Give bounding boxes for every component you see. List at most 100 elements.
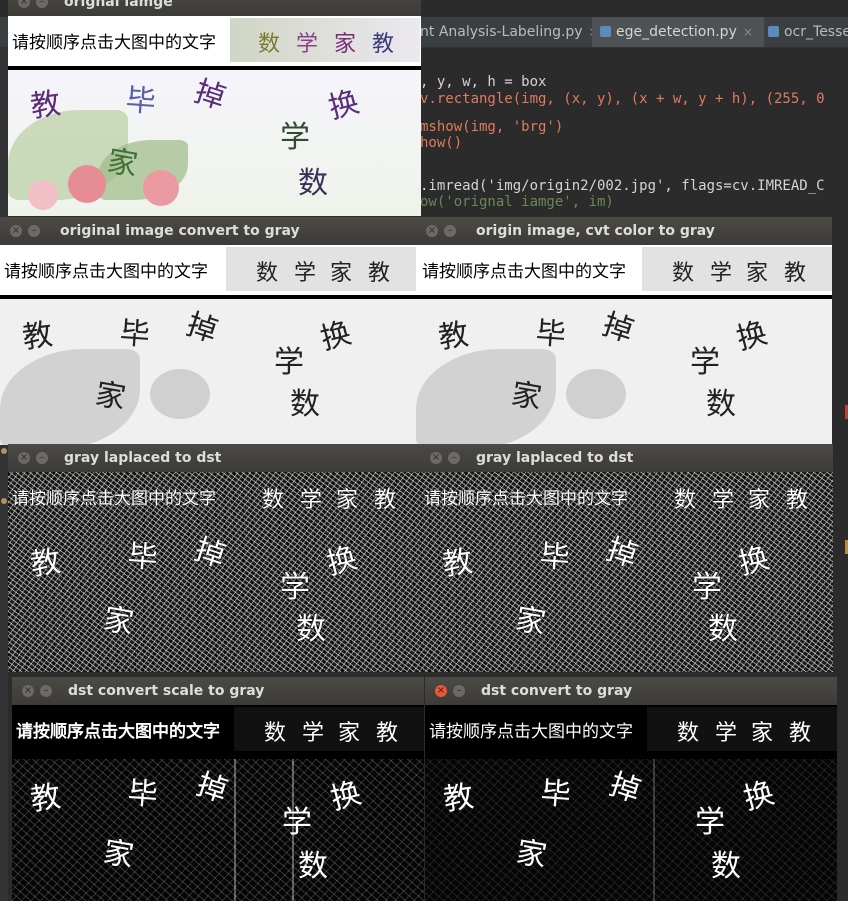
scene-char[interactable]: 家: [512, 594, 549, 643]
tab-ocr-tesser[interactable]: ocr_Tesser: [762, 17, 848, 47]
scene-char[interactable]: 掉: [598, 299, 640, 350]
scene-char[interactable]: 学: [695, 797, 725, 841]
scene-char[interactable]: 掉: [190, 524, 232, 575]
scene-char[interactable]: 教: [439, 536, 475, 584]
scene-char[interactable]: 学: [280, 112, 310, 156]
scene-char[interactable]: 教: [435, 309, 471, 357]
captcha-scene: 教 毕 掉 换 学 家 数: [425, 759, 837, 901]
window-titlebar[interactable]: × – orignal iamge: [8, 0, 421, 16]
minimize-icon[interactable]: –: [444, 225, 456, 237]
captcha-prompt: 请按顺序点击大图中的文字: [422, 262, 626, 282]
scene-char[interactable]: 换: [315, 308, 355, 358]
target-word: 数: [677, 721, 700, 746]
scene-char[interactable]: 换: [731, 308, 771, 358]
code-line: ow('orignal iamge', im): [420, 194, 614, 210]
minimize-icon[interactable]: –: [453, 685, 465, 697]
close-icon[interactable]: ×: [430, 452, 442, 464]
scene-char[interactable]: 换: [323, 77, 363, 127]
window-dst-convert-scale-to-gray[interactable]: × – dst convert scale to gray 请按顺序点击大图中的…: [12, 677, 424, 901]
minimize-icon[interactable]: –: [28, 225, 40, 237]
scene-char[interactable]: 数: [708, 604, 738, 648]
scene-char[interactable]: 学: [692, 562, 722, 606]
window-dst-convert-to-gray[interactable]: × – dst convert to gray 请按顺序点击大图中的文字 数 学…: [425, 677, 837, 901]
window-origin-image-cvt-color-to-gray[interactable]: × – origin image, cvt color to gray 请按顺序…: [416, 217, 832, 445]
scene-char[interactable]: 教: [19, 309, 55, 357]
scene-char[interactable]: 学: [690, 337, 720, 381]
scene-char[interactable]: 掉: [602, 524, 644, 575]
scene-char[interactable]: 掉: [190, 66, 232, 117]
edge-line: [234, 759, 236, 901]
window-title: orignal iamge: [64, 0, 173, 10]
window-titlebar[interactable]: × – origin image, cvt color to gray: [416, 217, 832, 245]
window-titlebar[interactable]: × – dst convert scale to gray: [12, 677, 424, 705]
scene-char[interactable]: 教: [27, 771, 63, 819]
scene-char[interactable]: 教: [27, 78, 63, 126]
window-title: dst convert scale to gray: [68, 683, 265, 699]
code-line: .imread('img/origin2/002.jpg', flags=cv.…: [420, 178, 825, 194]
target-word: 学: [300, 488, 323, 513]
scene-char[interactable]: 换: [321, 533, 361, 583]
scene-char[interactable]: 毕: [540, 768, 573, 814]
close-icon[interactable]: ×: [22, 685, 34, 697]
target-words: 数 学 家 教: [232, 474, 420, 518]
target-word: 数: [264, 721, 287, 746]
close-icon[interactable]: ×: [426, 225, 438, 237]
scene-char[interactable]: 教: [440, 771, 476, 819]
captcha-prompt: 请按顺序点击大图中的文字: [424, 489, 628, 509]
target-word: 学: [296, 32, 319, 57]
tab-label: ocr_Tesser: [784, 24, 848, 40]
window-titlebar[interactable]: × – gray laplaced to dst: [420, 444, 833, 472]
scene-char[interactable]: 毕: [535, 308, 568, 354]
flower-shape: [143, 170, 179, 206]
scene-char[interactable]: 换: [733, 533, 773, 583]
window-orignal-iamge[interactable]: × – orignal iamge 请按顺序点击大图中的文字 数 学 家 教 教…: [8, 0, 421, 216]
window-title: dst convert to gray: [481, 683, 633, 699]
minimize-icon[interactable]: –: [36, 452, 48, 464]
close-icon[interactable]: ×: [435, 685, 447, 697]
image-canvas: 请按顺序点击大图中的文字 数 学 家 教 教 毕 掉 换 学 家 数: [12, 705, 424, 901]
scene-char[interactable]: 数: [711, 841, 741, 885]
scene-char[interactable]: 学: [274, 337, 304, 381]
captcha-scene: 教 毕 掉 换 学 家 数: [0, 299, 416, 445]
scene-char[interactable]: 数: [706, 379, 736, 423]
close-icon[interactable]: ×: [18, 0, 30, 8]
window-original-image-convert-to-gray[interactable]: × – original image convert to gray 请按顺序点…: [0, 217, 416, 445]
close-icon[interactable]: ×: [10, 225, 22, 237]
target-word: 数: [674, 488, 697, 513]
close-icon[interactable]: ×: [18, 452, 30, 464]
scene-char[interactable]: 毕: [119, 308, 152, 354]
scene-char[interactable]: 毕: [125, 75, 158, 121]
scene-char[interactable]: 数: [290, 379, 320, 423]
window-gray-laplaced-to-dst[interactable]: × – gray laplaced to dst 请按顺序点击大图中的文字 数 …: [8, 444, 420, 672]
target-word: 家: [334, 32, 357, 57]
minimize-icon[interactable]: –: [40, 685, 52, 697]
target-word: 家: [330, 261, 353, 286]
window-titlebar[interactable]: × – dst convert to gray: [425, 677, 837, 705]
target-word: 数: [672, 261, 695, 286]
tab-ege-detection[interactable]: ege_detection.py ×: [592, 17, 764, 47]
scene-char[interactable]: 家: [100, 594, 137, 643]
tab-analysis-labeling[interactable]: nt Analysis-Labeling.py×: [420, 17, 599, 47]
scene-char[interactable]: 毕: [539, 531, 572, 577]
scene-char[interactable]: 数: [296, 604, 326, 648]
scene-char[interactable]: 毕: [127, 768, 160, 814]
captcha-prompt-bar: 请按顺序点击大图中的文字 数 学 家 教: [416, 245, 832, 295]
captcha-scene: 教 毕 掉 换 学 家 数: [416, 299, 832, 445]
scene-char[interactable]: 学: [280, 562, 310, 606]
scene-char[interactable]: 学: [282, 797, 312, 841]
scene-char[interactable]: 数: [298, 158, 328, 202]
window-title: original image convert to gray: [60, 223, 300, 239]
scene-char[interactable]: 数: [298, 841, 328, 885]
window-titlebar[interactable]: × – original image convert to gray: [0, 217, 416, 245]
target-word: 教: [376, 721, 399, 746]
scene-char[interactable]: 掉: [182, 299, 224, 350]
scene-char[interactable]: 教: [27, 536, 63, 584]
scene-char[interactable]: 毕: [127, 531, 160, 577]
minimize-icon[interactable]: –: [448, 452, 460, 464]
code-line: mshow(img, 'brg'): [420, 119, 564, 135]
close-icon[interactable]: ×: [743, 25, 753, 39]
window-titlebar[interactable]: × – gray laplaced to dst: [8, 444, 420, 472]
target-word: 家: [336, 488, 359, 513]
window-gray-laplaced-to-dst-2[interactable]: × – gray laplaced to dst 请按顺序点击大图中的文字 数 …: [420, 444, 833, 672]
minimize-icon[interactable]: –: [36, 0, 48, 8]
